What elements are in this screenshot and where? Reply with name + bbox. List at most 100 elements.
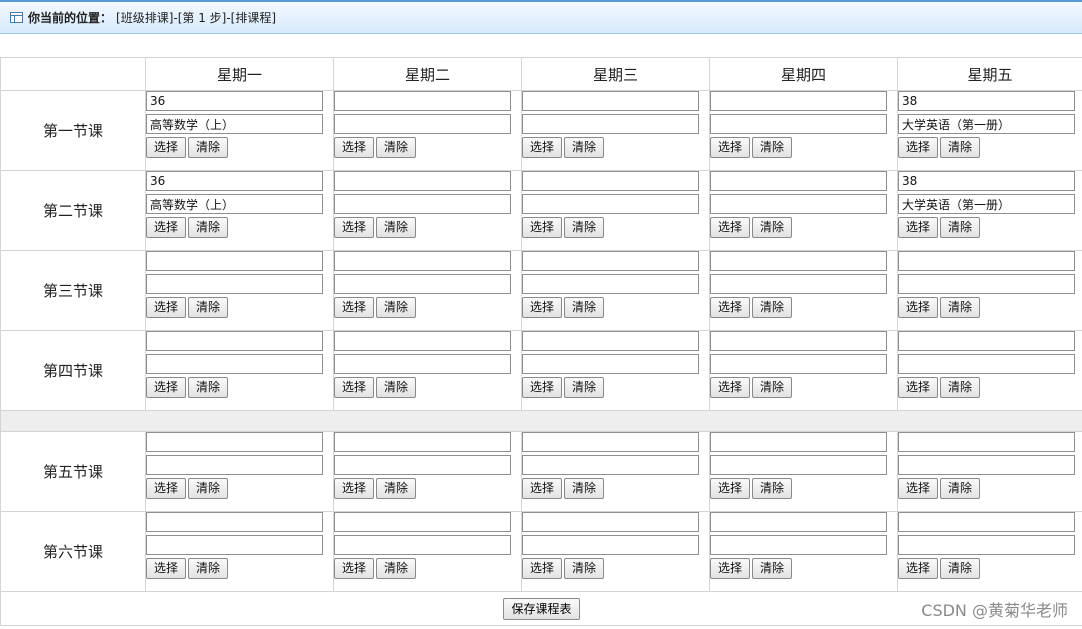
clear-button[interactable]: 清除 [188, 377, 229, 398]
course-name-input[interactable] [898, 455, 1075, 475]
course-name-input[interactable] [334, 354, 511, 374]
course-name-input[interactable] [146, 274, 323, 294]
select-button[interactable]: 选择 [710, 377, 751, 398]
clear-button[interactable]: 清除 [376, 558, 417, 579]
course-code-input[interactable] [334, 512, 511, 532]
course-code-input[interactable] [146, 432, 323, 452]
course-code-input[interactable] [146, 512, 323, 532]
course-code-input[interactable] [334, 91, 511, 111]
select-button[interactable]: 选择 [146, 297, 187, 318]
clear-button[interactable]: 清除 [940, 478, 981, 499]
clear-button[interactable]: 清除 [752, 217, 793, 238]
course-code-input[interactable] [334, 251, 511, 271]
select-button[interactable]: 选择 [522, 297, 563, 318]
select-button[interactable]: 选择 [710, 297, 751, 318]
course-name-input[interactable] [522, 194, 699, 214]
select-button[interactable]: 选择 [522, 137, 563, 158]
course-code-input[interactable] [898, 512, 1075, 532]
course-code-input[interactable] [146, 331, 323, 351]
clear-button[interactable]: 清除 [752, 297, 793, 318]
select-button[interactable]: 选择 [522, 217, 563, 238]
course-code-input[interactable] [334, 432, 511, 452]
clear-button[interactable]: 清除 [564, 478, 605, 499]
clear-button[interactable]: 清除 [188, 478, 229, 499]
course-code-input[interactable] [710, 331, 887, 351]
clear-button[interactable]: 清除 [752, 558, 793, 579]
select-button[interactable]: 选择 [146, 558, 187, 579]
course-code-input[interactable] [710, 251, 887, 271]
course-code-input[interactable] [898, 251, 1075, 271]
course-name-input[interactable] [146, 535, 323, 555]
select-button[interactable]: 选择 [898, 558, 939, 579]
course-name-input[interactable] [898, 274, 1075, 294]
select-button[interactable]: 选择 [146, 377, 187, 398]
select-button[interactable]: 选择 [710, 137, 751, 158]
course-code-input[interactable] [898, 91, 1075, 111]
course-name-input[interactable] [334, 535, 511, 555]
course-name-input[interactable] [710, 194, 887, 214]
clear-button[interactable]: 清除 [188, 558, 229, 579]
save-schedule-button[interactable]: 保存课程表 [503, 597, 580, 620]
clear-button[interactable]: 清除 [376, 137, 417, 158]
course-code-input[interactable] [522, 251, 699, 271]
select-button[interactable]: 选择 [898, 217, 939, 238]
clear-button[interactable]: 清除 [564, 217, 605, 238]
course-name-input[interactable] [898, 114, 1075, 134]
clear-button[interactable]: 清除 [940, 137, 981, 158]
course-code-input[interactable] [710, 171, 887, 191]
clear-button[interactable]: 清除 [752, 377, 793, 398]
course-name-input[interactable] [334, 274, 511, 294]
clear-button[interactable]: 清除 [376, 297, 417, 318]
course-name-input[interactable] [522, 455, 699, 475]
course-name-input[interactable] [146, 354, 323, 374]
clear-button[interactable]: 清除 [376, 478, 417, 499]
course-name-input[interactable] [898, 194, 1075, 214]
clear-button[interactable]: 清除 [940, 297, 981, 318]
course-name-input[interactable] [710, 274, 887, 294]
course-code-input[interactable] [898, 171, 1075, 191]
select-button[interactable]: 选择 [334, 558, 375, 579]
course-name-input[interactable] [146, 194, 323, 214]
course-name-input[interactable] [334, 455, 511, 475]
select-button[interactable]: 选择 [710, 558, 751, 579]
course-name-input[interactable] [710, 535, 887, 555]
select-button[interactable]: 选择 [146, 217, 187, 238]
select-button[interactable]: 选择 [334, 217, 375, 238]
course-name-input[interactable] [146, 455, 323, 475]
clear-button[interactable]: 清除 [376, 217, 417, 238]
clear-button[interactable]: 清除 [188, 217, 229, 238]
clear-button[interactable]: 清除 [564, 377, 605, 398]
select-button[interactable]: 选择 [522, 377, 563, 398]
clear-button[interactable]: 清除 [564, 137, 605, 158]
clear-button[interactable]: 清除 [564, 558, 605, 579]
select-button[interactable]: 选择 [146, 137, 187, 158]
clear-button[interactable]: 清除 [940, 217, 981, 238]
select-button[interactable]: 选择 [522, 478, 563, 499]
course-name-input[interactable] [334, 194, 511, 214]
clear-button[interactable]: 清除 [940, 377, 981, 398]
course-code-input[interactable] [522, 432, 699, 452]
select-button[interactable]: 选择 [334, 137, 375, 158]
course-code-input[interactable] [334, 331, 511, 351]
course-code-input[interactable] [710, 512, 887, 532]
course-code-input[interactable] [146, 171, 323, 191]
course-code-input[interactable] [146, 251, 323, 271]
course-name-input[interactable] [522, 354, 699, 374]
course-code-input[interactable] [146, 91, 323, 111]
course-code-input[interactable] [334, 171, 511, 191]
course-name-input[interactable] [522, 535, 699, 555]
select-button[interactable]: 选择 [898, 478, 939, 499]
select-button[interactable]: 选择 [898, 137, 939, 158]
select-button[interactable]: 选择 [334, 377, 375, 398]
clear-button[interactable]: 清除 [564, 297, 605, 318]
course-name-input[interactable] [710, 114, 887, 134]
clear-button[interactable]: 清除 [940, 558, 981, 579]
course-code-input[interactable] [710, 91, 887, 111]
select-button[interactable]: 选择 [146, 478, 187, 499]
course-name-input[interactable] [522, 114, 699, 134]
course-name-input[interactable] [334, 114, 511, 134]
select-button[interactable]: 选择 [898, 377, 939, 398]
select-button[interactable]: 选择 [898, 297, 939, 318]
course-name-input[interactable] [898, 535, 1075, 555]
select-button[interactable]: 选择 [334, 297, 375, 318]
